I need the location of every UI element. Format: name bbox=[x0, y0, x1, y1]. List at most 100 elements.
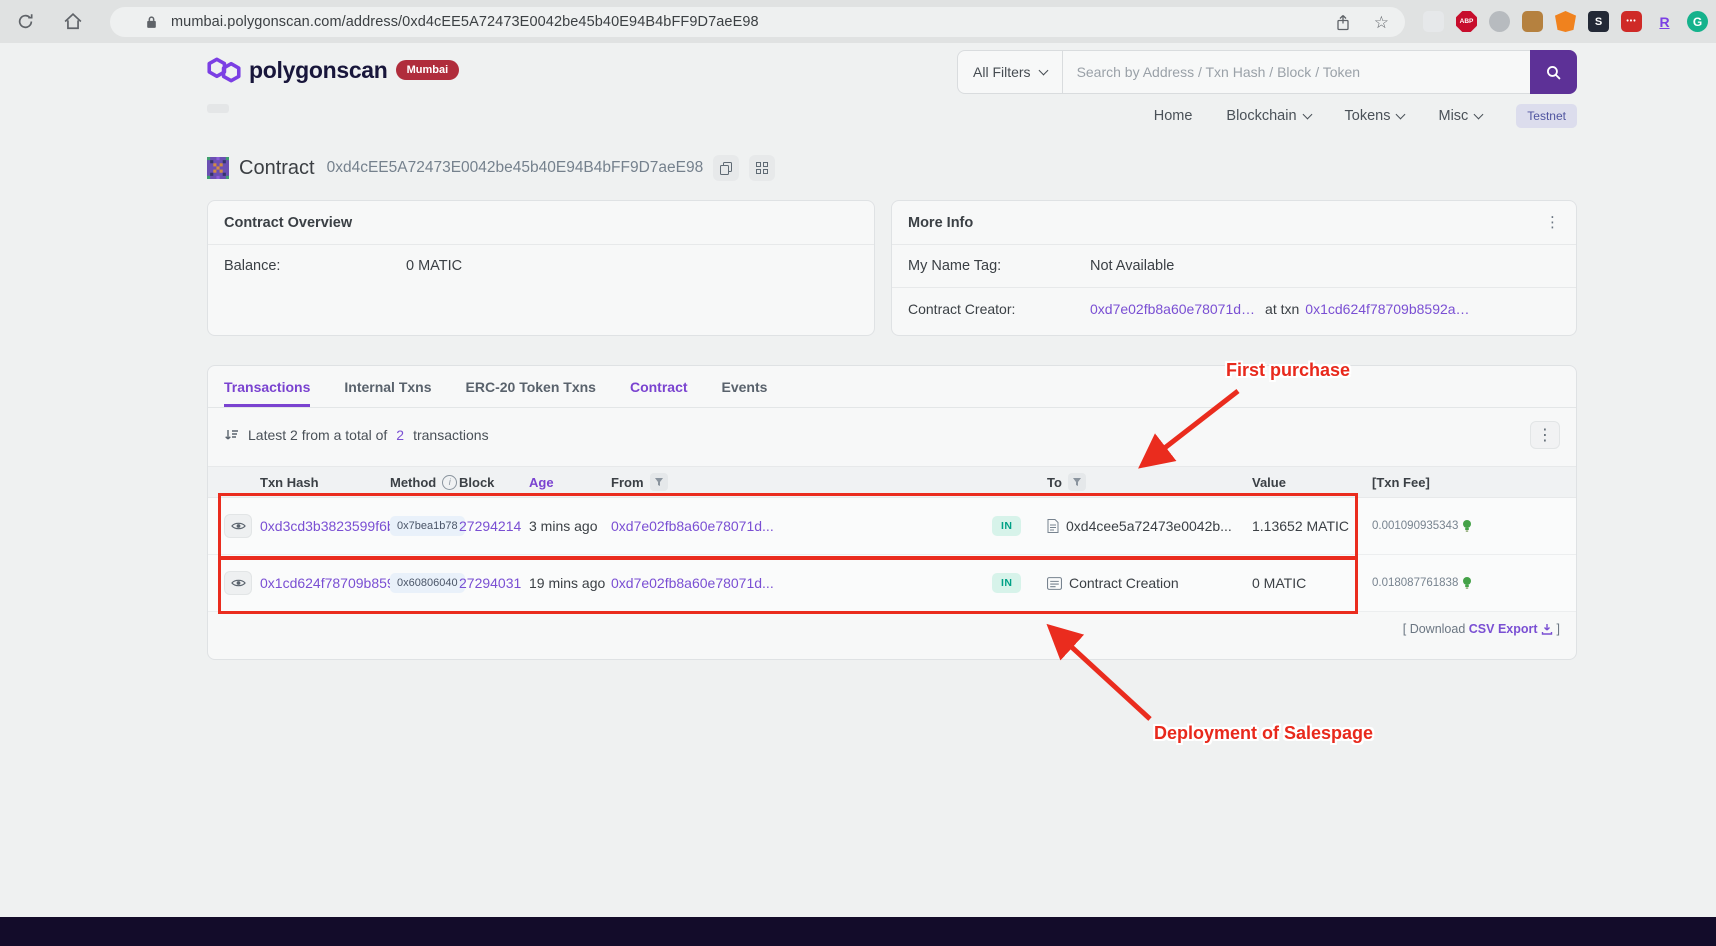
sort-icon bbox=[224, 428, 239, 442]
preview-txn-button[interactable] bbox=[224, 571, 252, 595]
nav-misc[interactable]: Misc bbox=[1438, 108, 1484, 124]
to-address: 0xd4cee5a72473e0042b... bbox=[1066, 518, 1232, 534]
testnet-button[interactable]: Testnet bbox=[1516, 104, 1577, 128]
table-header-row: Txn Hash Method i Block Age From To Value… bbox=[208, 466, 1576, 498]
copy-address-button[interactable] bbox=[713, 155, 740, 181]
kebab-menu-icon: ⋮ bbox=[1537, 427, 1553, 444]
summary-suffix: transactions bbox=[413, 427, 489, 443]
home-icon[interactable] bbox=[62, 11, 84, 33]
creator-label: Contract Creator: bbox=[908, 301, 1016, 317]
chevron-down-icon bbox=[1473, 109, 1484, 120]
txn-fee: 0.001090935343 bbox=[1372, 520, 1459, 532]
search-filter-dropdown[interactable]: All Filters bbox=[958, 51, 1063, 93]
password-extension-icon[interactable]: ••• bbox=[1621, 11, 1642, 32]
site-header: polygonscan Mumbai All Filters Home Bloc… bbox=[0, 43, 1716, 135]
tab-contract[interactable]: Contract bbox=[630, 366, 688, 407]
metamask-extension-icon[interactable] bbox=[1555, 11, 1576, 32]
block-link[interactable]: 27294214 bbox=[459, 518, 529, 534]
s-extension-icon[interactable]: S bbox=[1588, 11, 1609, 32]
age-value: 19 mins ago bbox=[529, 575, 606, 591]
search-button[interactable] bbox=[1530, 50, 1577, 94]
extension-icon[interactable] bbox=[1423, 11, 1444, 32]
gas-bulb-icon bbox=[1462, 519, 1472, 533]
txn-count-link[interactable]: 2 bbox=[396, 427, 404, 443]
col-block: Block bbox=[459, 474, 495, 490]
list-summary-row: Latest 2 from a total of 2 transactions … bbox=[208, 408, 1576, 449]
col-age-link[interactable]: Age bbox=[529, 475, 611, 490]
col-from: From bbox=[611, 474, 644, 490]
col-txn-hash: Txn Hash bbox=[260, 474, 319, 490]
nav-tokens[interactable]: Tokens bbox=[1345, 108, 1406, 124]
kebab-menu-icon[interactable]: ⋮ bbox=[1545, 215, 1560, 230]
nav-blockchain[interactable]: Blockchain bbox=[1226, 108, 1312, 124]
summary-text: Latest 2 from a total of bbox=[248, 427, 388, 443]
privacy-extension-icon[interactable] bbox=[1489, 11, 1510, 32]
creation-txn-link[interactable]: 0x1cd624f78709b8592a… bbox=[1305, 301, 1469, 317]
address-identicon bbox=[207, 157, 229, 179]
url-text: mumbai.polygonscan.com/address/0xd4cEE5A… bbox=[171, 14, 759, 30]
bookmark-star-icon[interactable]: ☆ bbox=[1374, 14, 1389, 31]
block-link[interactable]: 27294031 bbox=[459, 575, 529, 591]
eye-icon bbox=[230, 522, 246, 530]
funnel-icon bbox=[1072, 478, 1081, 486]
search-icon bbox=[1547, 65, 1561, 80]
logo-placeholder bbox=[207, 104, 229, 113]
csv-export-link[interactable]: CSV Export bbox=[1469, 622, 1538, 636]
search-filter-label: All Filters bbox=[973, 64, 1031, 80]
tab-events[interactable]: Events bbox=[722, 366, 768, 407]
table-row: 0x1cd624f78709b8592a... 0x60806040 27294… bbox=[208, 555, 1576, 612]
address-bar[interactable]: mumbai.polygonscan.com/address/0xd4cEE5A… bbox=[110, 7, 1405, 37]
method-badge: 0x60806040 bbox=[390, 573, 465, 593]
main-nav: Home Blockchain Tokens Misc Testnet bbox=[1154, 104, 1577, 128]
contract-icon bbox=[1047, 576, 1062, 590]
download-icon[interactable] bbox=[1541, 623, 1553, 635]
document-icon bbox=[1047, 519, 1059, 533]
balance-label: Balance: bbox=[224, 258, 281, 274]
txn-hash-link[interactable]: 0xd3cd3b3823599f6b02... bbox=[260, 518, 422, 534]
network-badge: Mumbai bbox=[395, 60, 460, 80]
nav-home[interactable]: Home bbox=[1154, 108, 1193, 124]
preview-txn-button[interactable] bbox=[224, 514, 252, 538]
txn-fee: 0.018087761838 bbox=[1372, 577, 1459, 589]
col-value: Value bbox=[1252, 474, 1286, 490]
extensions-row: ABP S ••• R G bbox=[1423, 11, 1708, 32]
from-address-link[interactable]: 0xd7e02fb8a60e78071d... bbox=[611, 575, 992, 591]
r-extension-icon[interactable]: R bbox=[1654, 11, 1675, 32]
transactions-panel: Transactions Internal Txns ERC-20 Token … bbox=[207, 365, 1577, 660]
csv-export-row: [ Download CSV Export ] bbox=[208, 622, 1576, 636]
to-filter-button[interactable] bbox=[1067, 473, 1086, 491]
table-options-button[interactable]: ⋮ bbox=[1530, 421, 1560, 449]
adblock-extension-icon[interactable]: ABP bbox=[1456, 11, 1477, 32]
brand-name: polygonscan bbox=[249, 56, 388, 83]
tab-internal-txns[interactable]: Internal Txns bbox=[344, 366, 431, 407]
gas-bulb-icon bbox=[1462, 576, 1472, 590]
table-row: 0xd3cd3b3823599f6b02... 0x7bea1b78 27294… bbox=[208, 498, 1576, 555]
annotation-deployment: Deployment of Salespage bbox=[1154, 723, 1374, 743]
qr-code-button[interactable] bbox=[749, 155, 776, 181]
from-filter-button[interactable] bbox=[649, 473, 668, 491]
creator-address-link[interactable]: 0xd7e02fb8a60e78071d… bbox=[1090, 301, 1255, 317]
reload-icon[interactable] bbox=[14, 11, 36, 33]
age-value: 3 mins ago bbox=[529, 518, 598, 534]
wallet-extension-icon[interactable] bbox=[1522, 11, 1543, 32]
direction-badge: IN bbox=[992, 516, 1022, 536]
search-bar: All Filters bbox=[957, 50, 1577, 94]
col-txn-fee: [Txn Fee] bbox=[1372, 474, 1430, 490]
polygonscan-logo[interactable]: polygonscan Mumbai bbox=[207, 55, 460, 85]
txn-value: 0 MATIC bbox=[1252, 575, 1307, 591]
grid-icon bbox=[756, 162, 769, 174]
txn-hash-link[interactable]: 0x1cd624f78709b8592a... bbox=[260, 575, 422, 591]
contract-overview-card: Contract Overview Balance: 0 MATIC bbox=[207, 200, 875, 336]
csv-prefix: [ Download bbox=[1402, 622, 1466, 636]
search-input[interactable] bbox=[1062, 64, 1530, 80]
tab-erc20-token-txns[interactable]: ERC-20 Token Txns bbox=[466, 366, 596, 407]
from-address-link[interactable]: 0xd7e02fb8a60e78071d... bbox=[611, 518, 992, 534]
share-icon[interactable] bbox=[1336, 14, 1350, 31]
grammar-extension-icon[interactable]: G bbox=[1687, 11, 1708, 32]
col-method: Method bbox=[390, 474, 437, 490]
tab-transactions[interactable]: Transactions bbox=[224, 366, 310, 407]
chevron-down-icon bbox=[1302, 109, 1312, 120]
info-icon[interactable]: i bbox=[442, 474, 458, 490]
to-contract-creation: Contract Creation bbox=[1069, 575, 1179, 591]
polygon-logo-icon bbox=[207, 55, 241, 85]
